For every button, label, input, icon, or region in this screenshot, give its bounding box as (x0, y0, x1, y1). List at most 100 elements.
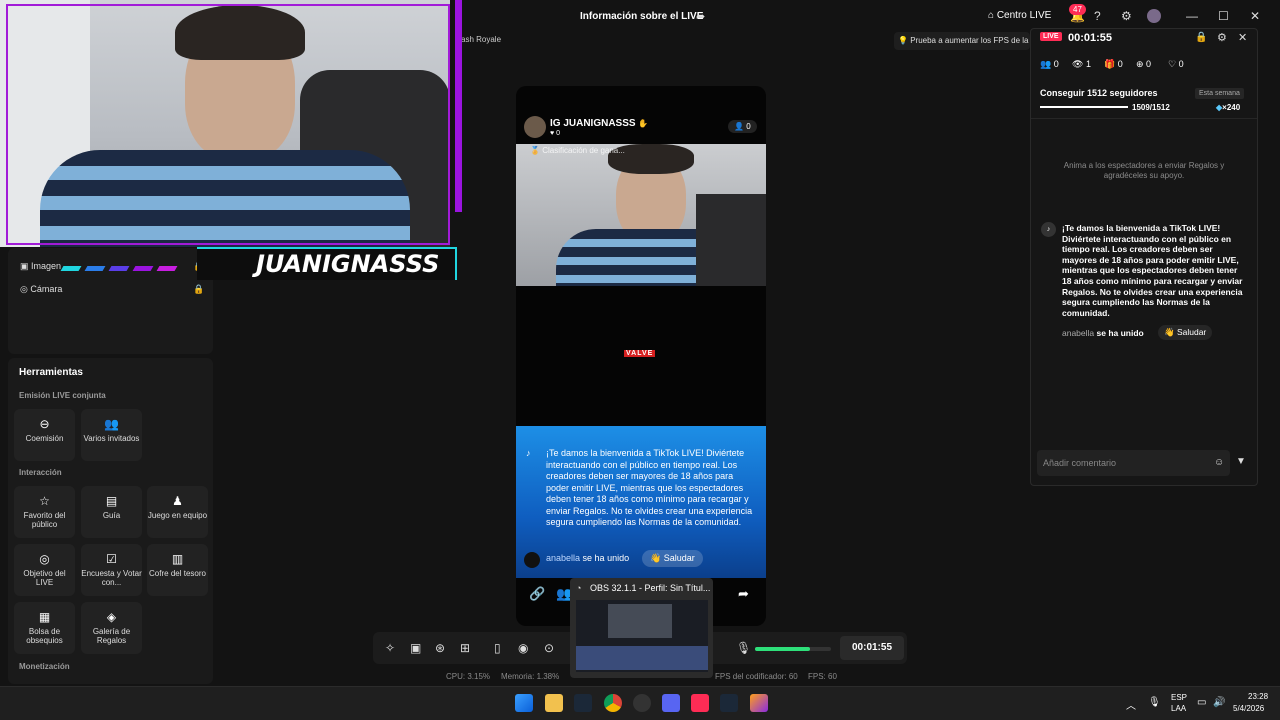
poll-icon: ☑ (106, 552, 117, 566)
ranking-text: Clasificación de gana... (542, 146, 625, 155)
chest-icon: ▥ (171, 552, 184, 566)
filter-icon[interactable]: ▼ (1236, 456, 1246, 467)
centro-live-button[interactable]: ⌂ Centro LIVE (988, 10, 1051, 21)
tool-coemision[interactable]: ⊖ Coemisión (14, 409, 75, 461)
gear-icon[interactable]: ⚙ (1217, 31, 1227, 44)
preview-username-text: IG JUANIGNASSS (550, 118, 636, 129)
join-text: se ha unido (582, 553, 630, 563)
link-icon[interactable]: 🔗 (529, 586, 545, 602)
layout-icon[interactable]: ▣ (410, 641, 421, 655)
tool-varios-invitados[interactable]: 👥 Varios invitados (81, 409, 142, 461)
share-icon[interactable]: ➦ (696, 10, 705, 23)
ranking-badge[interactable]: 🏅 Clasificación de gana... (530, 146, 625, 155)
source-camara[interactable]: ◎ Cámara (20, 284, 62, 295)
webcam-border (455, 0, 462, 212)
close-icon[interactable]: ✕ (1238, 31, 1247, 44)
volume-fill (755, 647, 810, 651)
chevron-up-icon[interactable]: ︿ (1126, 697, 1136, 712)
avatar (524, 116, 546, 138)
goal-count: 1509/1512 (1132, 103, 1170, 112)
hand-icon: ✋ (638, 119, 649, 128)
saludar-button[interactable]: 👋 Saludar (642, 550, 703, 567)
deco-stripe (132, 266, 154, 271)
minimize-icon[interactable]: — (1186, 9, 1198, 23)
discord-icon[interactable] (662, 694, 680, 712)
tiktok-icon: ♪ (526, 448, 531, 458)
microphone-icon[interactable]: 🎙 (736, 641, 751, 655)
clock-date[interactable]: 5/4/2026 (1233, 704, 1264, 713)
share-icon[interactable]: ➦ (738, 586, 749, 602)
live-studio-icon[interactable] (750, 694, 768, 712)
close-icon[interactable]: ✕ (1250, 9, 1260, 23)
tool-cofre[interactable]: ▥ Cofre del tesoro (147, 544, 208, 596)
section-title: Interacción (19, 468, 62, 477)
network-icon[interactable]: ▭ (1197, 697, 1206, 708)
magic-wand-icon[interactable]: ✧ (385, 641, 395, 655)
preview-camera (516, 144, 766, 286)
tool-label: Guía (102, 511, 121, 520)
tool-guia[interactable]: ▤ Guía (81, 486, 142, 538)
phone-icon[interactable]: ▯ (494, 641, 501, 655)
volume-icon[interactable]: 🔊 (1213, 697, 1225, 708)
record-icon[interactable]: ◉ (518, 641, 528, 655)
centro-live-label: Centro LIVE (996, 10, 1052, 21)
tool-encuesta[interactable]: ☑ Encuesta y Votar con... (81, 544, 142, 596)
tool-label: Coemisión (25, 434, 64, 443)
language-code[interactable]: ESP (1171, 693, 1187, 702)
tool-label: Cofre del tesoro (149, 569, 206, 578)
gear-icon[interactable]: ⚙ (1121, 9, 1132, 23)
obs-taskbar-preview[interactable]: ◔ OBS 32.1.1 - Perfil: Sin Títul... (570, 578, 713, 678)
stat-views: 👁 1 (1072, 59, 1091, 69)
tool-objetivo[interactable]: ◎ Objetivo del LIVE (14, 544, 75, 596)
lock-icon[interactable]: 🔒 (1195, 32, 1207, 43)
keyboard-layout[interactable]: LAA (1171, 704, 1186, 713)
user-star-icon: ☆ (39, 494, 50, 508)
maximize-icon[interactable]: ☐ (1218, 9, 1229, 23)
join-message: anabella se ha unido (546, 553, 629, 563)
encoder-fps-stat: FPS del codificador: 60 (715, 672, 798, 681)
team-icon: ♟ (172, 494, 183, 508)
chrome-icon[interactable] (604, 694, 622, 712)
file-explorer-icon[interactable] (545, 694, 563, 712)
saludar-button[interactable]: 👋 Saludar (1158, 325, 1213, 340)
cpu-stat: CPU: 3.15% (446, 672, 491, 681)
steam-icon[interactable] (720, 694, 738, 712)
tool-juego-equipo[interactable]: ♟ Juego en equipo (147, 486, 208, 538)
ai-icon[interactable]: ⊛ (435, 641, 445, 655)
goal-period[interactable]: Esta semana (1195, 88, 1244, 99)
system-message: ¡Te damos la bienvenida a TikTok LIVE! D… (1062, 223, 1243, 318)
camera-settings-icon[interactable]: ⊙ (544, 641, 554, 655)
join-user: anabella (546, 553, 581, 563)
obs-icon: ◔ (576, 583, 582, 593)
comment-input[interactable]: Añadir comentario (1037, 450, 1230, 476)
guide-icon: ▤ (105, 494, 118, 508)
windows-start-icon[interactable] (515, 694, 533, 712)
tiktok-icon[interactable] (691, 694, 709, 712)
help-icon[interactable]: ? (1094, 9, 1101, 23)
webcam-frame (6, 4, 450, 245)
obs-canvas (608, 604, 672, 638)
lock-icon[interactable]: 🔒 (193, 284, 204, 295)
streamer-name: JUANIGNASSS (256, 250, 440, 278)
obs-icon[interactable] (633, 694, 651, 712)
fps-hint[interactable]: 💡 Prueba a aumentar los FPS de la (894, 32, 1030, 50)
welcome-banner: ♪ ¡Te damos la bienvenida a TikTok LIVE!… (516, 426, 766, 578)
steam-icon[interactable] (574, 694, 592, 712)
stat-value: 0 (1117, 59, 1123, 69)
add-source-icon[interactable]: ⊞ (460, 641, 470, 655)
users-icon: 👥 (104, 417, 119, 431)
tool-bolsa[interactable]: ▦ Bolsa de obsequios (14, 602, 75, 654)
microphone-icon[interactable]: 🎙 (1148, 697, 1161, 708)
preview-likes-count: 0 (556, 130, 561, 137)
tool-favorito[interactable]: ☆ Favorito del público (14, 486, 75, 538)
avatar (524, 552, 540, 568)
live-info-title[interactable]: Información sobre el LIVE (580, 11, 703, 22)
stat-new-followers: ⊕ 0 (1136, 59, 1152, 69)
emoji-icon[interactable]: ☺ (1214, 457, 1224, 468)
avatar[interactable] (1147, 9, 1161, 23)
preview-viewers: 👤 0 (728, 120, 757, 133)
clock-time[interactable]: 23:28 (1248, 692, 1268, 701)
volume-slider[interactable] (755, 647, 831, 651)
tool-galeria[interactable]: ◈ Galería de Regalos (81, 602, 142, 654)
preview-username: IG JUANIGNASSS ✋ (550, 118, 648, 129)
